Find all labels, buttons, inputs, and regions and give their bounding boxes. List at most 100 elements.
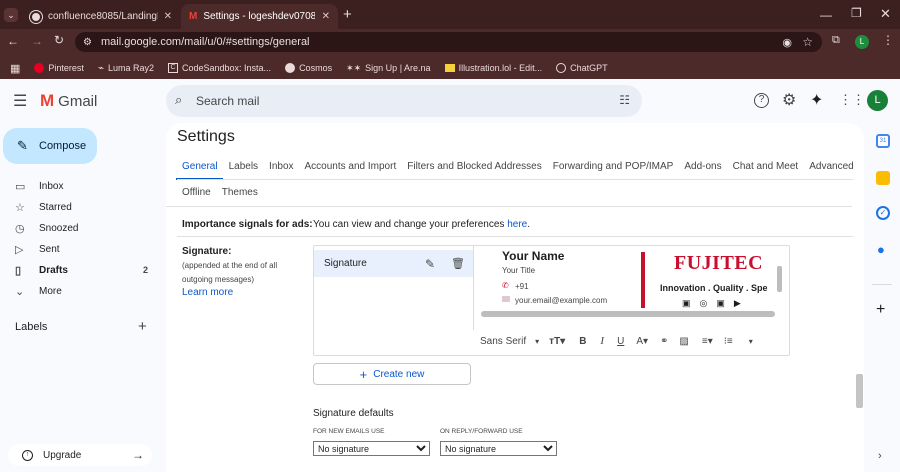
- create-new-signature-button[interactable]: + Create new: [313, 363, 471, 385]
- contacts-icon[interactable]: ●: [877, 242, 885, 257]
- italic-icon[interactable]: I: [600, 335, 604, 347]
- preview-scrollbar[interactable]: [777, 266, 782, 292]
- compose-button[interactable]: ✎ Compose: [3, 128, 97, 164]
- signature-list-item[interactable]: Signature ✎ 🗑: [314, 250, 473, 277]
- link-icon[interactable]: ⚭: [660, 336, 668, 347]
- page-title: Settings: [177, 128, 235, 145]
- gmail-logo[interactable]: M Gmail: [40, 91, 97, 111]
- text-color-icon[interactable]: A▾: [636, 336, 648, 347]
- profile-avatar[interactable]: L: [855, 35, 869, 49]
- browser-tab-confluence[interactable]: confluence8085/LandingPage/ ✕: [22, 4, 180, 29]
- site-settings-icon[interactable]: ⚙: [83, 37, 92, 48]
- more-formatting-icon[interactable]: ▾: [749, 337, 753, 346]
- extensions-icon[interactable]: ⧉: [832, 34, 840, 47]
- nav-starred[interactable]: ☆ Starred: [0, 197, 160, 217]
- preferences-link[interactable]: here: [507, 219, 527, 230]
- search-options-icon[interactable]: ☷: [619, 93, 630, 107]
- menu-kebab-icon[interactable]: ⋮: [882, 33, 894, 47]
- tab-inbox[interactable]: Inbox: [263, 159, 298, 180]
- back-icon[interactable]: ←: [7, 34, 19, 48]
- nav-sent[interactable]: ▷ Sent: [0, 239, 160, 259]
- get-addons-icon[interactable]: +: [876, 301, 885, 319]
- illustration-icon: [444, 64, 455, 72]
- gemini-sparkle-icon[interactable]: ✦: [810, 90, 823, 110]
- nav-drafts[interactable]: ▯ Drafts 2: [0, 260, 160, 280]
- numbered-list-icon[interactable]: ⁝≡: [724, 336, 733, 347]
- apps-grid-icon[interactable]: ▦: [10, 62, 20, 75]
- row-divider: [177, 236, 853, 237]
- tab-general[interactable]: General: [176, 159, 223, 180]
- nav-inbox[interactable]: ▭ Inbox: [0, 176, 160, 196]
- help-icon[interactable]: ?: [754, 93, 769, 108]
- signature-defaults-title: Signature defaults: [313, 408, 394, 419]
- cosmos-icon: [285, 63, 296, 73]
- importance-label: Importance signals for ads:: [182, 219, 313, 230]
- arena-icon: ✶✶: [346, 62, 362, 73]
- add-label-icon[interactable]: +: [138, 318, 147, 335]
- tab-forwarding[interactable]: Forwarding and POP/IMAP: [547, 159, 679, 180]
- bookmark-pinterest[interactable]: Pinterest: [34, 63, 84, 73]
- bold-icon[interactable]: B: [579, 336, 586, 347]
- new-tab-button[interactable]: +: [343, 6, 352, 23]
- main-scrollbar[interactable]: [856, 374, 863, 408]
- tab-themes[interactable]: Themes: [216, 185, 263, 204]
- tab-accounts[interactable]: Accounts and Import: [299, 159, 402, 180]
- bookmark-luma[interactable]: ⌁ Luma Ray2: [98, 63, 154, 74]
- font-select[interactable]: Sans Serif ▾: [480, 336, 539, 347]
- learn-more-link[interactable]: Learn more: [182, 287, 233, 298]
- bookmark-star-icon[interactable]: ☆: [802, 35, 813, 49]
- signature-preview[interactable]: Your Name Your Title ✆ +91 your.email@ex…: [474, 246, 784, 312]
- search-icon[interactable]: ⌕: [175, 92, 182, 108]
- address-bar[interactable]: ⚙ mail.google.com/mail/u/0/#settings/gen…: [75, 32, 822, 52]
- email-icon: [502, 296, 510, 302]
- apps-icon[interactable]: ⋮⋮: [839, 92, 865, 108]
- preview-hscrollbar[interactable]: [481, 311, 775, 317]
- tab-addons[interactable]: Add-ons: [678, 159, 726, 180]
- tasks-icon[interactable]: ✓: [876, 206, 890, 220]
- plus-icon: +: [359, 366, 368, 382]
- font-size-icon[interactable]: тT▾: [549, 336, 565, 347]
- delete-trash-icon[interactable]: 🗑: [451, 257, 465, 270]
- close-icon[interactable]: ✕: [322, 11, 330, 22]
- main-menu-icon[interactable]: ☰: [13, 91, 27, 111]
- account-avatar[interactable]: L: [867, 90, 888, 111]
- upgrade-button[interactable]: ↑ Upgrade →: [8, 444, 152, 466]
- sig-phone: +91: [515, 282, 529, 291]
- restore-icon[interactable]: ❐: [851, 6, 862, 20]
- chevron-down-icon: ⌄: [15, 285, 25, 298]
- tab-chat-meet[interactable]: Chat and Meet: [727, 159, 804, 180]
- new-emails-signature-select[interactable]: No signature: [313, 441, 430, 456]
- tab-labels[interactable]: Labels: [223, 159, 263, 180]
- search-bar[interactable]: ⌕ Search mail ☷: [166, 85, 642, 117]
- calendar-icon[interactable]: 31: [876, 134, 890, 148]
- tab-offline[interactable]: Offline: [176, 185, 216, 204]
- nav-snoozed[interactable]: ◷ Snoozed: [0, 218, 160, 238]
- signature-label: Signature:: [182, 246, 232, 257]
- bookmark-codesandbox[interactable]: C CodeSandbox: Insta...: [168, 63, 271, 73]
- search-input[interactable]: Search mail: [196, 94, 259, 108]
- forward-icon[interactable]: →: [31, 34, 43, 48]
- align-icon[interactable]: ≡▾: [702, 336, 713, 347]
- edit-pencil-icon[interactable]: ✎: [425, 257, 435, 271]
- browser-tab-settings[interactable]: M Settings - logeshdev0708@gm ✕: [181, 4, 338, 29]
- minimize-icon[interactable]: —: [820, 8, 832, 22]
- image-icon[interactable]: ▨: [679, 336, 688, 347]
- tab-search-button[interactable]: ⌄: [4, 8, 18, 22]
- tab-advanced[interactable]: Advanced: [803, 159, 858, 180]
- expand-panel-icon[interactable]: ›: [878, 450, 882, 462]
- underline-icon[interactable]: U: [617, 336, 624, 347]
- settings-gear-icon[interactable]: ⚙: [782, 90, 796, 110]
- keep-icon[interactable]: [876, 171, 890, 185]
- tab-filters[interactable]: Filters and Blocked Addresses: [401, 159, 547, 180]
- bookmark-illustration[interactable]: Illustration.lol - Edit...: [444, 63, 542, 73]
- eye-icon[interactable]: ◉: [782, 36, 792, 49]
- reply-signature-select[interactable]: No signature: [440, 441, 557, 456]
- bookmark-arena[interactable]: ✶✶ Sign Up | Are.na: [346, 63, 430, 74]
- nav-more[interactable]: ⌄ More: [0, 281, 160, 301]
- close-icon[interactable]: ✕: [164, 11, 172, 22]
- bookmark-cosmos[interactable]: Cosmos: [285, 63, 332, 73]
- window-close-icon[interactable]: ✕: [880, 6, 891, 22]
- url-text: mail.google.com/mail/u/0/#settings/gener…: [101, 36, 310, 48]
- reload-icon[interactable]: ↻: [54, 33, 64, 47]
- bookmark-chatgpt[interactable]: ChatGPT: [556, 63, 608, 73]
